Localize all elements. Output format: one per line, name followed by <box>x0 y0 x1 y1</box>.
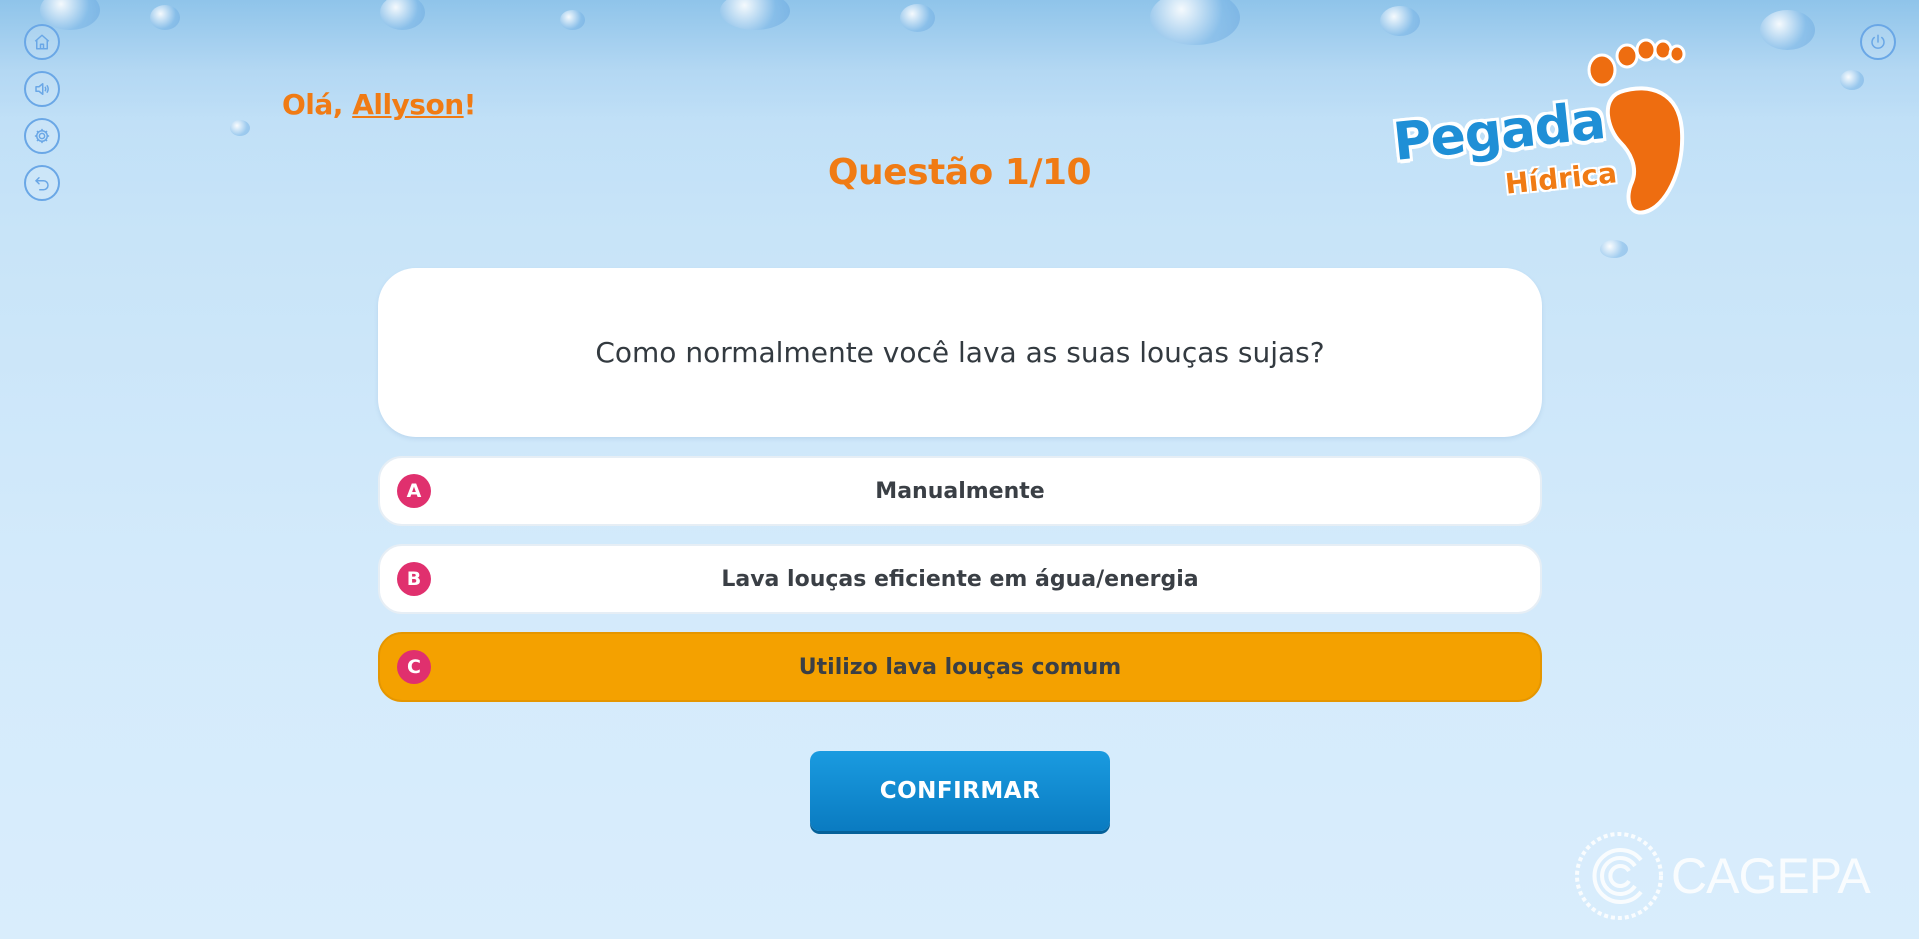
greeting-prefix: Olá, <box>282 88 353 121</box>
bubble-decoration <box>150 5 180 30</box>
option-b[interactable]: B Lava louças eficiente em água/energia <box>378 544 1542 614</box>
settings-button[interactable] <box>24 118 60 154</box>
bubble-decoration <box>1760 10 1815 50</box>
option-label: Utilizo lava louças comum <box>798 654 1122 680</box>
bubble-decoration <box>1600 240 1628 258</box>
home-button[interactable] <box>24 24 60 60</box>
bubble-decoration <box>230 120 250 136</box>
answer-options: A Manualmente B Lava louças eficiente em… <box>378 456 1542 720</box>
bubble-decoration <box>560 10 585 30</box>
option-c[interactable]: C Utilizo lava louças comum <box>378 632 1542 702</box>
question-card: Como normalmente você lava as suas louça… <box>378 268 1542 437</box>
bubble-decoration <box>1840 70 1864 90</box>
user-name-link[interactable]: Allyson <box>352 88 464 121</box>
question-text: Como normalmente você lava as suas louça… <box>595 336 1325 369</box>
option-label: Lava louças eficiente em água/energia <box>721 566 1199 592</box>
cagepa-brand: CAGEPA <box>1671 848 1871 904</box>
bubble-decoration <box>1150 0 1240 45</box>
power-button[interactable] <box>1860 24 1896 60</box>
bubble-decoration <box>720 0 790 30</box>
option-letter-badge: B <box>397 562 431 596</box>
cagepa-logo: CAGEPA <box>1573 830 1871 922</box>
pegada-hidrica-logo: Pegada Hídrica <box>1385 32 1686 222</box>
bubble-decoration <box>900 4 935 32</box>
home-icon <box>34 34 50 50</box>
sound-button[interactable] <box>24 71 60 107</box>
greeting-suffix: ! <box>463 88 477 121</box>
bubble-decoration <box>380 0 425 30</box>
speaker-icon <box>35 83 49 95</box>
power-icon <box>1871 34 1885 49</box>
option-letter-badge: A <box>397 474 431 508</box>
gear-icon <box>34 128 50 144</box>
option-letter-badge: C <box>397 650 431 684</box>
option-label: Manualmente <box>875 478 1045 504</box>
cagepa-emblem-icon <box>1575 832 1663 920</box>
confirm-button[interactable]: CONFIRMAR <box>810 751 1110 831</box>
greeting: Olá, Allyson! <box>282 88 476 121</box>
option-a[interactable]: A Manualmente <box>378 456 1542 526</box>
